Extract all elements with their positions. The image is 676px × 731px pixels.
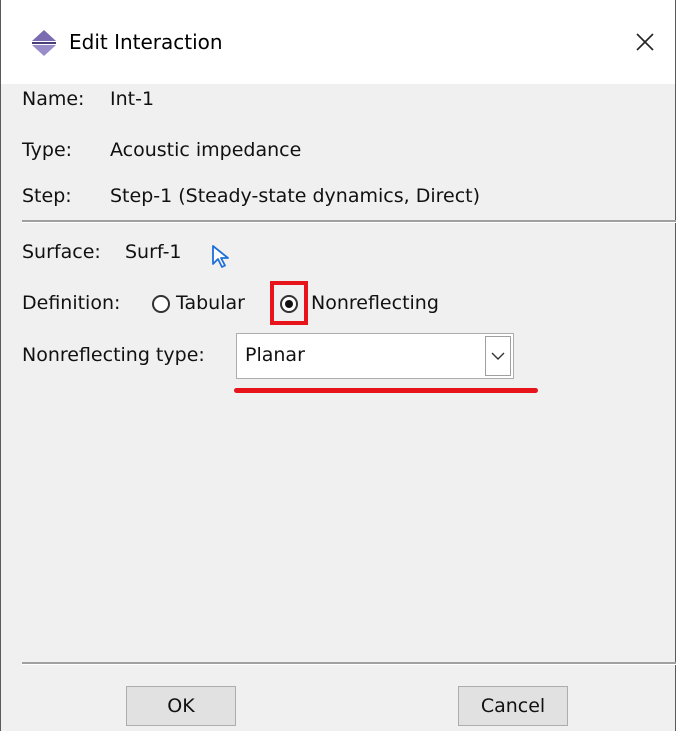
title-bar[interactable]: Edit Interaction	[1, 0, 675, 84]
pointer-arrow-icon[interactable]	[210, 244, 234, 270]
cancel-button[interactable]: Cancel	[458, 686, 568, 726]
radio-nonreflecting-label[interactable]: Nonreflecting	[311, 292, 439, 314]
radio-tabular[interactable]	[152, 295, 170, 313]
nonreflecting-type-select[interactable]: Planar	[236, 333, 514, 379]
ok-button[interactable]: OK	[126, 686, 236, 726]
surface-value: Surf-1	[125, 241, 182, 263]
radio-tabular-label[interactable]: Tabular	[176, 292, 245, 314]
step-label: Step:	[22, 185, 72, 207]
surface-label: Surface:	[22, 241, 101, 263]
cancel-button-label: Cancel	[480, 695, 546, 717]
type-label: Type:	[22, 139, 73, 161]
name-value: Int-1	[110, 88, 155, 110]
window-border	[0, 0, 1, 731]
separator	[22, 662, 676, 665]
close-button[interactable]	[615, 0, 675, 84]
interaction-icon	[32, 30, 56, 56]
definition-label: Definition:	[22, 292, 121, 314]
nonreflecting-type-label: Nonreflecting type:	[22, 344, 205, 366]
annotation-underline	[234, 388, 538, 393]
close-icon	[636, 33, 654, 51]
dropdown-button[interactable]	[485, 336, 511, 376]
edit-interaction-dialog: Edit Interaction Name: Int-1 Type: Acous…	[0, 0, 676, 731]
type-value: Acoustic impedance	[110, 139, 302, 161]
annotation-highlight-box	[270, 281, 308, 325]
separator	[22, 220, 676, 223]
window-title: Edit Interaction	[69, 30, 223, 54]
step-value: Step-1 (Steady-state dynamics, Direct)	[110, 185, 480, 207]
chevron-down-icon	[491, 352, 505, 360]
ok-button-label: OK	[167, 695, 195, 717]
name-label: Name:	[22, 88, 85, 110]
nonreflecting-type-value: Planar	[245, 344, 305, 366]
